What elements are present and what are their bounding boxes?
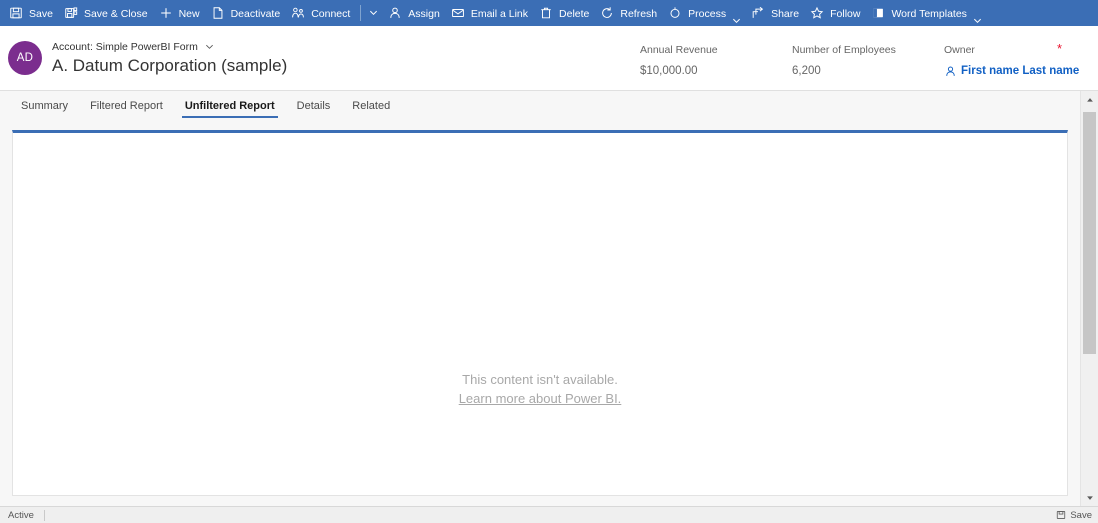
number-of-employees-label: Number of Employees (792, 44, 896, 56)
command-email-a-link[interactable]: Email a Link (446, 0, 534, 26)
tab-strip: Summary Filtered Report Unfiltered Repor… (0, 91, 1080, 120)
refresh-icon (599, 5, 615, 21)
command-connect-chevron[interactable] (363, 0, 383, 26)
app-root: Save Save & Close New Deactivate Connect… (0, 0, 1098, 523)
save-icon (1055, 510, 1066, 521)
header-fields: Annual Revenue $10,000.00 Number of Empl… (640, 37, 1084, 79)
status-divider (43, 509, 45, 521)
status-badge: Active (8, 509, 34, 521)
command-refresh-label: Refresh (620, 7, 658, 20)
header-field-annual-revenue: Annual Revenue $10,000.00 (640, 43, 792, 79)
powerbi-empty-message: This content isn't available. (462, 372, 618, 387)
star-icon (809, 5, 825, 21)
scrollbar-track[interactable] (1081, 108, 1098, 489)
status-bar-save-button[interactable]: Save (1055, 510, 1092, 521)
chevron-down-icon (205, 42, 214, 51)
status-bar-save-label: Save (1070, 509, 1092, 521)
scroll-down-button[interactable] (1081, 489, 1098, 506)
command-save-and-close-label: Save & Close (83, 7, 148, 20)
scrollbar-thumb[interactable] (1083, 112, 1096, 354)
owner-label: Owner (944, 44, 975, 56)
tab-filtered-report[interactable]: Filtered Report (79, 91, 174, 120)
record-header: AD Account: Simple PowerBI Form A. Datum… (0, 26, 1098, 90)
save-icon (8, 5, 24, 21)
chevron-down-icon (1086, 494, 1094, 502)
powerbi-empty-state: This content isn't available. Learn more… (459, 370, 622, 408)
command-share-label: Share (771, 7, 800, 20)
email-link-icon (450, 5, 466, 21)
tab-unfiltered-report[interactable]: Unfiltered Report (174, 91, 286, 120)
header-field-owner: Owner * First name Last name (944, 41, 1084, 79)
command-connect-label: Connect (311, 7, 351, 20)
chevron-down-icon (973, 9, 981, 24)
owner-link-label: First name Last name (961, 65, 1080, 77)
tab-unfiltered-report-label: Unfiltered Report (184, 99, 275, 112)
form-selector[interactable]: Account: Simple PowerBI Form (52, 39, 287, 54)
chevron-up-icon (1086, 96, 1094, 104)
tab-filtered-report-label: Filtered Report (90, 99, 163, 112)
number-of-employees-value[interactable]: 6,200 (792, 63, 944, 79)
record-title-block: Account: Simple PowerBI Form A. Datum Co… (52, 39, 287, 77)
tab-related-label: Related (352, 99, 391, 112)
command-follow-label: Follow (830, 7, 861, 20)
powerbi-learn-more-link[interactable]: Learn more about Power BI. (459, 389, 622, 408)
vertical-scrollbar[interactable] (1080, 91, 1098, 506)
required-asterisk-icon: * (1056, 41, 1062, 56)
body-area: Summary Filtered Report Unfiltered Repor… (0, 90, 1098, 506)
page-icon (210, 5, 226, 21)
command-delete[interactable]: Delete (534, 0, 595, 26)
share-icon (750, 5, 766, 21)
tab-related[interactable]: Related (341, 91, 401, 120)
command-save[interactable]: Save (4, 0, 59, 26)
person-icon (944, 65, 957, 78)
tab-summary[interactable]: Summary (10, 91, 79, 120)
person-icon (387, 5, 403, 21)
command-assign-label: Assign (408, 7, 440, 20)
scroll-up-button[interactable] (1081, 91, 1098, 108)
avatar: AD (8, 41, 42, 75)
owner-link[interactable]: First name Last name (944, 63, 1084, 79)
tab-details-label: Details (296, 99, 331, 112)
connect-people-icon (290, 5, 306, 21)
command-deactivate-label: Deactivate (230, 7, 281, 20)
save-and-close-icon (63, 5, 79, 21)
command-email-a-link-label: Email a Link (470, 7, 529, 20)
command-save-and-close[interactable]: Save & Close (59, 0, 154, 26)
tab-summary-label: Summary (21, 99, 69, 112)
annual-revenue-value[interactable]: $10,000.00 (640, 63, 792, 79)
process-icon (667, 5, 683, 21)
command-bar: Save Save & Close New Deactivate Connect… (0, 0, 1098, 26)
header-field-number-of-employees: Number of Employees 6,200 (792, 43, 944, 79)
plus-icon (158, 5, 174, 21)
command-follow[interactable]: Follow (805, 0, 866, 26)
command-share[interactable]: Share (746, 0, 805, 26)
command-new[interactable]: New (154, 0, 206, 26)
tab-content: This content isn't available. Learn more… (0, 120, 1080, 506)
command-separator (360, 5, 362, 21)
command-new-label: New (178, 7, 200, 20)
annual-revenue-label: Annual Revenue (640, 44, 718, 56)
command-save-label: Save (29, 7, 53, 20)
tab-details[interactable]: Details (286, 91, 342, 120)
page-title: A. Datum Corporation (sample) (52, 56, 288, 75)
command-deactivate[interactable]: Deactivate (206, 0, 287, 26)
powerbi-report-panel: This content isn't available. Learn more… (12, 130, 1068, 496)
trash-icon (538, 5, 554, 21)
form-selector-label: Account: Simple PowerBI Form (52, 40, 198, 53)
command-refresh[interactable]: Refresh (595, 0, 663, 26)
command-connect[interactable]: Connect (286, 0, 356, 26)
command-delete-label: Delete (559, 7, 590, 20)
status-bar-left: Active (8, 509, 45, 521)
command-process[interactable]: Process (663, 0, 746, 26)
chevron-down-icon (369, 4, 378, 22)
command-word-templates-label: Word Templates (891, 7, 967, 20)
status-bar: Active Save (0, 506, 1098, 523)
form-body: Summary Filtered Report Unfiltered Repor… (0, 91, 1080, 506)
word-templates-icon (870, 5, 886, 21)
command-process-label: Process (688, 7, 727, 20)
chevron-down-icon (732, 9, 741, 24)
command-assign[interactable]: Assign (383, 0, 446, 26)
command-word-templates[interactable]: Word Templates (866, 0, 986, 26)
